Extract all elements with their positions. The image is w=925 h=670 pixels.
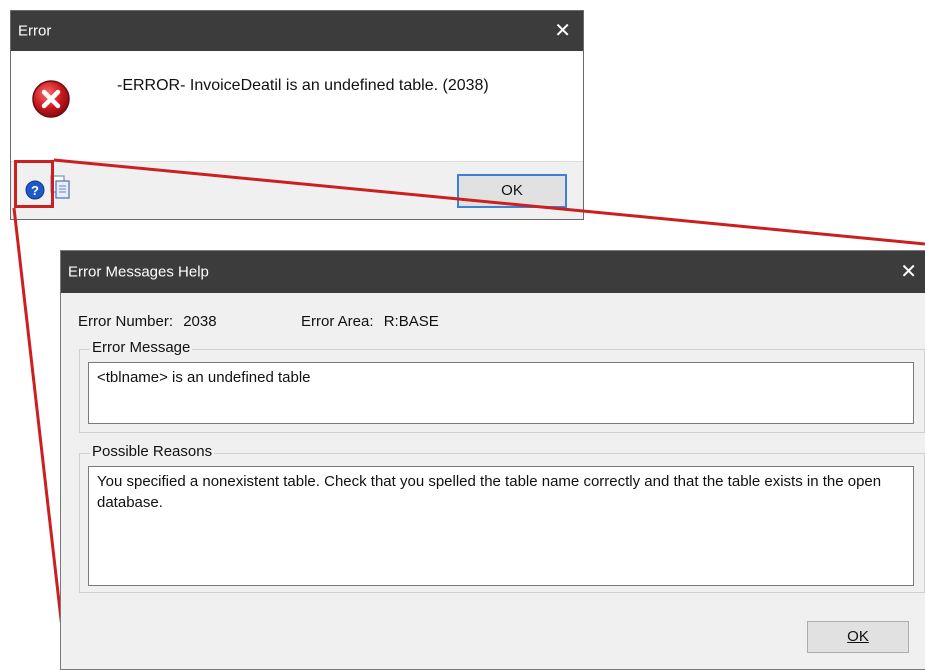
- error-dialog-titlebar[interactable]: Error ✕: [11, 11, 583, 51]
- possible-reasons-group-label: Possible Reasons: [90, 443, 215, 460]
- error-message-group: Error Message <tblname> is an undefined …: [79, 339, 925, 433]
- possible-reasons-group: Possible Reasons You specified a nonexis…: [79, 443, 925, 593]
- error-number-row: Error Number: 2038: [78, 313, 217, 330]
- error-area-value: R:BASE: [383, 313, 439, 330]
- help-dialog-titlebar[interactable]: Error Messages Help ✕: [61, 251, 925, 293]
- error-message-group-label: Error Message: [90, 339, 193, 356]
- ok-button[interactable]: OK: [457, 174, 567, 208]
- error-dialog-title: Error: [18, 22, 52, 40]
- error-area-label: Error Area:: [301, 313, 374, 330]
- help-ok-button[interactable]: OK: [807, 621, 909, 653]
- help-icon-highlight: [14, 160, 54, 208]
- close-icon[interactable]: ✕: [900, 262, 917, 282]
- help-ok-label: OK: [847, 628, 869, 645]
- error-dialog: Error ✕ -ERROR- InvoiceDeatil is an unde…: [10, 10, 584, 220]
- possible-reasons-text[interactable]: You specified a nonexistent table. Check…: [88, 466, 914, 586]
- close-icon[interactable]: ✕: [554, 21, 571, 41]
- error-number-label: Error Number:: [78, 313, 174, 330]
- error-message-text[interactable]: <tblname> is an undefined table: [88, 362, 914, 424]
- error-dialog-footer: ? OK: [11, 161, 583, 219]
- help-dialog-title: Error Messages Help: [68, 263, 209, 281]
- error-messages-help-dialog: Error Messages Help ✕ Error Number: 2038…: [60, 250, 925, 670]
- error-message: -ERROR- InvoiceDeatil is an undefined ta…: [117, 77, 489, 94]
- error-number-value: 2038: [183, 313, 217, 330]
- error-icon: [32, 80, 70, 118]
- error-area-row: Error Area: R:BASE: [301, 313, 439, 330]
